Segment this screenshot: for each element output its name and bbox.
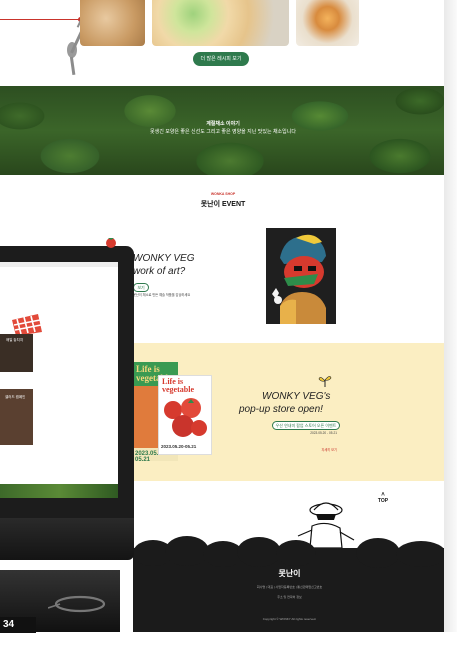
scroll-top-button[interactable]: ˄ TOP [373, 492, 393, 510]
event1-title-line2: work of art? [133, 266, 186, 277]
banner-subtext: 못생긴 모양은 좋은 신선도 그리고 좋은 영양을 지닌 맛있는 채소입니다 [150, 129, 296, 135]
footer-company-info: 회사명 | 대표 | 사업자등록번호 | 통신판매업신고번호 [256, 585, 323, 589]
event-section-title: 못난이 EVENT [200, 201, 246, 208]
mascot-illustration [297, 502, 355, 548]
food-image-3[interactable] [296, 0, 359, 46]
picnic-cloth-icon [12, 314, 42, 336]
tomato-illustration [164, 398, 207, 437]
event-kicker: WONKA SHOP [210, 192, 236, 196]
popup-poster-white[interactable]: Life is vegetable 2023.05.20-05.21 [158, 375, 212, 455]
screen-leaf-strip [0, 484, 118, 498]
popup-event-button[interactable]: 우산 연내미 팝업 스토어 오픈 이벤트 [272, 421, 340, 430]
food-image-1[interactable] [80, 0, 145, 46]
tomato-icon [106, 238, 116, 248]
sprout-icon [318, 376, 332, 387]
poster2-dates: 2023.05.20-05.21 [161, 444, 197, 449]
laptop-base [0, 518, 134, 560]
poster2-title: Life is vegetable [162, 377, 194, 394]
food-image-2[interactable] [152, 0, 289, 46]
page-edge-shadow [444, 0, 457, 632]
footer-hump [396, 541, 446, 567]
top-label: TOP [377, 498, 389, 504]
popup-title-line1: WONKY VEG's [262, 391, 331, 402]
event-art-poster[interactable] [266, 228, 336, 324]
popup-date-text: 2023.05.20 - 05.21 [310, 431, 337, 435]
footer-hump [237, 537, 281, 567]
footer-hump [276, 540, 316, 566]
popup-more-link[interactable]: 자세히 보기 [292, 448, 337, 452]
glasses-icon [48, 595, 106, 613]
more-recipes-button[interactable]: 더 많은 레시피 보기 [193, 52, 249, 66]
screen-card-2-title: 셀러드 캠페인 [5, 395, 26, 399]
footer-address: 주소 및 연락처 정보 [277, 595, 302, 599]
footer-copyright: Copyright © WONKY All rights reserved. [262, 617, 317, 621]
screen-card-2[interactable]: 셀러드 캠페인 [0, 389, 33, 445]
masked-portrait-illustration [266, 228, 336, 324]
footer-hump [356, 538, 400, 568]
footer-brand: 못난이 [278, 569, 301, 578]
event1-title-line1: WONKY VEG [133, 253, 195, 264]
event1-description: 못난이 채소로 만든 예술 작품을 감상하세요 [133, 293, 191, 297]
banner-heading: 계절채소 이야기 [206, 121, 240, 127]
popup-title-line2: pop-up store open! [239, 404, 323, 415]
event1-view-button[interactable]: 보기 [133, 283, 149, 292]
screen-card-1[interactable]: 매일 놓치지 [0, 334, 33, 372]
screen-card-1-title: 매일 놓치지 [6, 338, 24, 342]
page-number: 34 [0, 617, 36, 633]
laptop-screen: 매일 놓치지 셀러드 캠페인 [0, 262, 118, 498]
